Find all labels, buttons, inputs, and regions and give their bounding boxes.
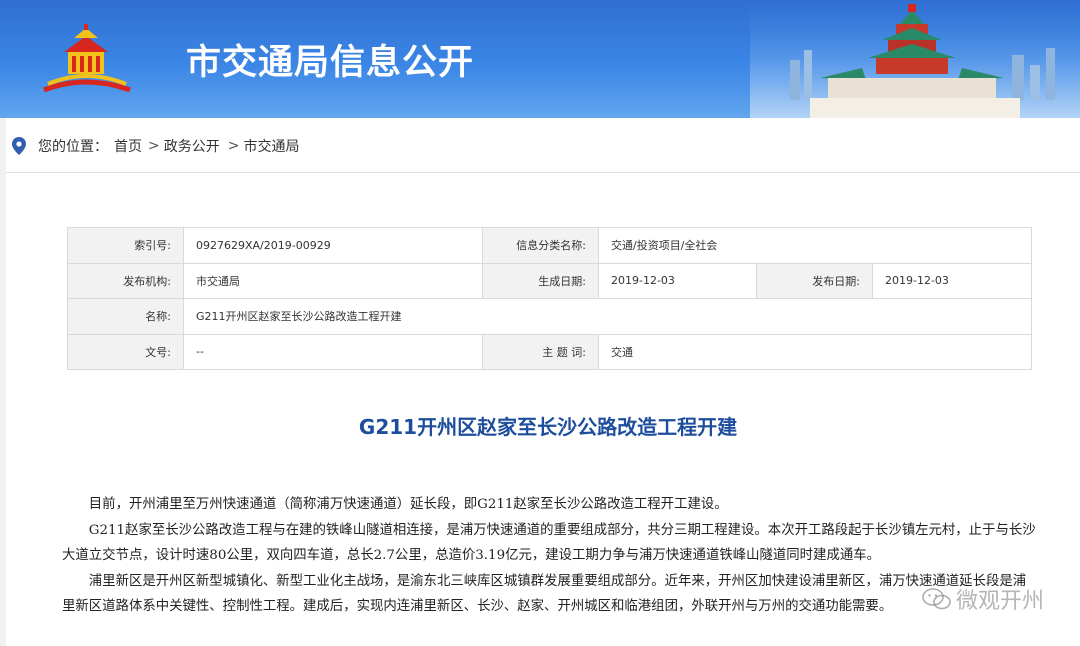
category-label: 信息分类名称:: [482, 227, 599, 264]
published-date-label: 发布日期:: [756, 262, 873, 299]
article-title: G211开州区赵家至长沙公路改造工程开建: [358, 415, 738, 439]
table-row: 名称: G211开州区赵家至长沙公路改造工程开建: [67, 298, 1033, 335]
wechat-icon: [922, 588, 951, 610]
breadcrumb-item-home[interactable]: 首页: [114, 136, 142, 156]
article-paragraph: 目前，开州浦里至万州快速通道（简称浦万快速通道）延长段，即G211赵家至长沙公路…: [88, 497, 728, 512]
table-row: 文号: -- 主 题 词: 交通: [67, 333, 1033, 370]
subject-keywords-value: 交通: [597, 333, 1033, 370]
document-number-label: 文号:: [67, 333, 184, 370]
article-paragraph: 浦里新区是开州区新型城镇化、新型工业化主战场，是渝东北三峡库区城镇群发展重要组成…: [62, 573, 1027, 615]
emblem-logo-icon: [43, 24, 131, 93]
breadcrumb-item-gov-affairs[interactable]: 政务公开: [164, 136, 220, 156]
index-number-label: 索引号:: [67, 227, 184, 264]
table-row: 发布机构: 市交通局 生成日期: 2019-12-03 发布日期: 2019-1…: [67, 262, 1033, 299]
publisher-label: 发布机构:: [67, 262, 184, 299]
breadcrumb-separator: >: [148, 138, 160, 154]
category-value: 交通/投资项目/全社会: [597, 227, 1033, 264]
generated-date-value: 2019-12-03: [598, 262, 757, 299]
info-metadata-table: 索引号: 0927629XA/2019-00929 信息分类名称: 交通/投资项…: [67, 227, 1033, 370]
great-hall-skyline-image: [750, 0, 1080, 118]
article-body: 目前，开州浦里至万州快速通道（简称浦万快速通道）延长段，即G211赵家至长沙公路…: [62, 492, 1037, 620]
publisher-value: 市交通局: [183, 262, 483, 299]
watermark-text: 微观开州: [955, 589, 1044, 614]
document-number-value: --: [183, 333, 483, 370]
breadcrumb-separator: >: [227, 138, 240, 154]
watermark: 微观开州: [922, 583, 1044, 615]
published-date-value: 2019-12-03: [871, 262, 1033, 299]
location-pin-icon: [12, 137, 26, 155]
subject-keywords-label: 主 题 词:: [482, 333, 599, 370]
name-label: 名称:: [67, 298, 184, 335]
header-banner: 市交通局信息公开: [0, 0, 1080, 118]
index-number-value: 0927629XA/2019-00929: [183, 227, 483, 264]
breadcrumb-divider: [6, 172, 1080, 173]
breadcrumb-item-transport-bureau[interactable]: 市交通局: [243, 136, 299, 156]
table-row: 索引号: 0927629XA/2019-00929 信息分类名称: 交通/投资项…: [67, 227, 1033, 264]
site-title: 市交通局信息公开: [186, 43, 475, 83]
breadcrumb: 您的位置： 首页 > 政务公开 > 市交通局: [12, 136, 305, 156]
article-paragraph: G211赵家至长沙公路改造工程与在建的铁峰山隧道相连接，是浦万快速通道的重要组成…: [62, 522, 1036, 564]
name-value: G211开州区赵家至长沙公路改造工程开建: [182, 298, 1033, 335]
generated-date-label: 生成日期:: [482, 262, 599, 299]
breadcrumb-prefix: 您的位置：: [38, 139, 108, 155]
